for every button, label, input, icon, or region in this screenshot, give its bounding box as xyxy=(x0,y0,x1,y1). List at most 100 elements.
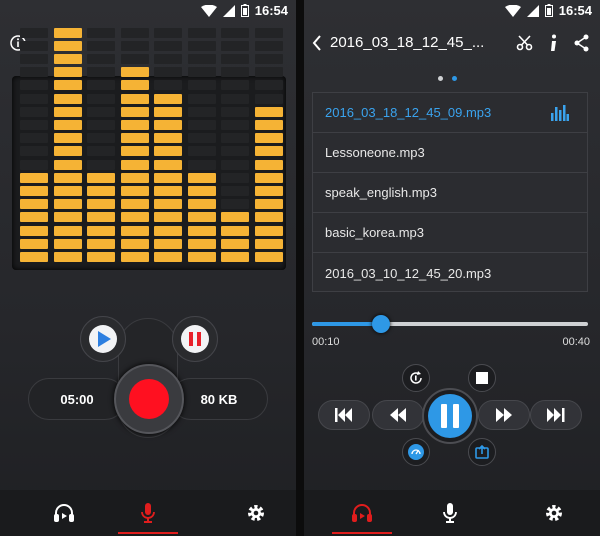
nav-player-tab[interactable] xyxy=(24,490,104,536)
track-list: 2016_03_18_12_45_09.mp3 Lessoneone.mp3 spe… xyxy=(312,92,588,292)
equalizer-segment xyxy=(120,252,149,262)
back-arrow-icon[interactable] xyxy=(312,35,322,51)
headphones-icon xyxy=(352,504,372,522)
equalizer-segment xyxy=(154,80,182,91)
equalizer-segment xyxy=(221,120,249,130)
skip-next-button[interactable] xyxy=(530,400,582,430)
equalizer-segment xyxy=(221,106,249,117)
equalizer-bar xyxy=(20,27,48,262)
equalizer-segment xyxy=(120,238,149,249)
equalizer-segment xyxy=(187,252,216,262)
equalizer-segment xyxy=(254,106,283,117)
equalizer-segment xyxy=(87,93,115,104)
equalizer-segment xyxy=(20,54,48,64)
nav-recorder-tab[interactable] xyxy=(108,490,188,536)
export-icon xyxy=(475,445,489,459)
equalizer-segment xyxy=(120,146,149,157)
seek-thumb[interactable] xyxy=(372,315,390,333)
equalizer-segment xyxy=(221,212,249,223)
equalizer-segment xyxy=(53,40,82,51)
equalizer-segment xyxy=(53,186,82,196)
equalizer-segment xyxy=(53,172,82,183)
track-list-item[interactable]: 2016_03_18_12_45_09.mp3 xyxy=(313,93,587,133)
rewind-button[interactable] xyxy=(372,400,424,430)
nav-player-tab[interactable] xyxy=(322,490,402,536)
equalizer-segment xyxy=(154,225,182,236)
equalizer-segment xyxy=(187,159,216,170)
gear-icon xyxy=(546,505,562,521)
track-list-item[interactable]: basic_korea.mp3 xyxy=(313,213,587,253)
equalizer-segment xyxy=(120,186,149,196)
equalizer-segment xyxy=(120,106,149,117)
equalizer-segment xyxy=(53,238,82,249)
track-name: 2016_03_18_12_45_09.mp3 xyxy=(325,105,492,120)
equalizer-segment xyxy=(187,186,216,196)
equalizer-segment xyxy=(154,146,182,157)
equalizer-segment xyxy=(221,252,249,262)
wifi-icon xyxy=(504,4,521,17)
equalizer-segment xyxy=(154,67,182,78)
skip-previous-button[interactable] xyxy=(318,400,370,430)
equalizer-segment xyxy=(187,199,216,210)
equalizer-panel xyxy=(12,27,286,270)
equalizer-segment xyxy=(254,133,283,144)
equalizer-segment xyxy=(254,40,283,51)
equalizer-segment xyxy=(87,186,115,196)
equalizer-segment xyxy=(221,27,249,38)
pause-icon xyxy=(441,404,459,428)
file-size-value: 80 KB xyxy=(200,391,238,407)
equalizer-segment xyxy=(20,80,48,91)
nav-settings-tab[interactable] xyxy=(514,490,594,536)
repeat-one-icon xyxy=(410,371,422,384)
pause-icon xyxy=(189,332,201,346)
nav-settings-tab[interactable] xyxy=(216,490,296,536)
pause-button[interactable] xyxy=(172,316,218,362)
share-icon[interactable] xyxy=(574,34,590,52)
track-list-item[interactable]: Lessoneone.mp3 xyxy=(313,133,587,173)
equalizer-segment xyxy=(187,27,216,38)
cell-signal-icon xyxy=(222,4,235,17)
gear-icon xyxy=(248,505,264,521)
export-button[interactable] xyxy=(468,438,496,466)
repeat-one-button[interactable] xyxy=(402,364,430,392)
headphones-icon xyxy=(54,504,74,522)
info-icon[interactable] xyxy=(550,34,558,52)
scissors-icon[interactable] xyxy=(516,34,534,52)
equalizer-segment xyxy=(154,40,182,51)
track-list-item[interactable]: 2016_03_10_12_45_20.mp3 xyxy=(313,253,587,293)
equalizer-bar xyxy=(254,27,283,262)
equalizer-segment xyxy=(53,146,82,157)
equalizer-segment xyxy=(20,67,48,78)
equalizer-segment xyxy=(120,54,149,64)
play-button[interactable] xyxy=(80,316,126,362)
stop-icon xyxy=(476,372,488,384)
equalizer-segment xyxy=(53,120,82,130)
equalizer-segment xyxy=(254,252,283,262)
status-bar: 16:54 xyxy=(304,0,600,22)
nav-recorder-tab[interactable] xyxy=(410,490,490,536)
equalizer-segment xyxy=(254,54,283,64)
seek-bar[interactable] xyxy=(312,315,588,333)
equalizer-segment xyxy=(20,225,48,236)
equalizer-segment xyxy=(87,54,115,64)
equalizer-segment xyxy=(154,159,182,170)
fast-forward-button[interactable] xyxy=(478,400,530,430)
track-list-item[interactable]: speak_english.mp3 xyxy=(313,173,587,213)
equalizer-segment xyxy=(20,27,48,38)
pause-button[interactable] xyxy=(422,388,478,444)
equalizer-segment xyxy=(20,186,48,196)
equalizer-segment xyxy=(53,159,82,170)
equalizer-segment xyxy=(187,80,216,91)
equalizer-bar xyxy=(221,27,249,262)
stop-button[interactable] xyxy=(468,364,496,392)
play-icon xyxy=(98,331,111,347)
equalizer-segment xyxy=(120,212,149,223)
equalizer-segment xyxy=(254,159,283,170)
record-button[interactable] xyxy=(114,364,184,434)
equalizer-segment xyxy=(20,133,48,144)
equalizer-segment xyxy=(87,67,115,78)
equalizer-segment xyxy=(187,212,216,223)
equalizer-segment xyxy=(254,146,283,157)
equalizer-segment xyxy=(87,106,115,117)
speed-button[interactable] xyxy=(402,438,430,466)
